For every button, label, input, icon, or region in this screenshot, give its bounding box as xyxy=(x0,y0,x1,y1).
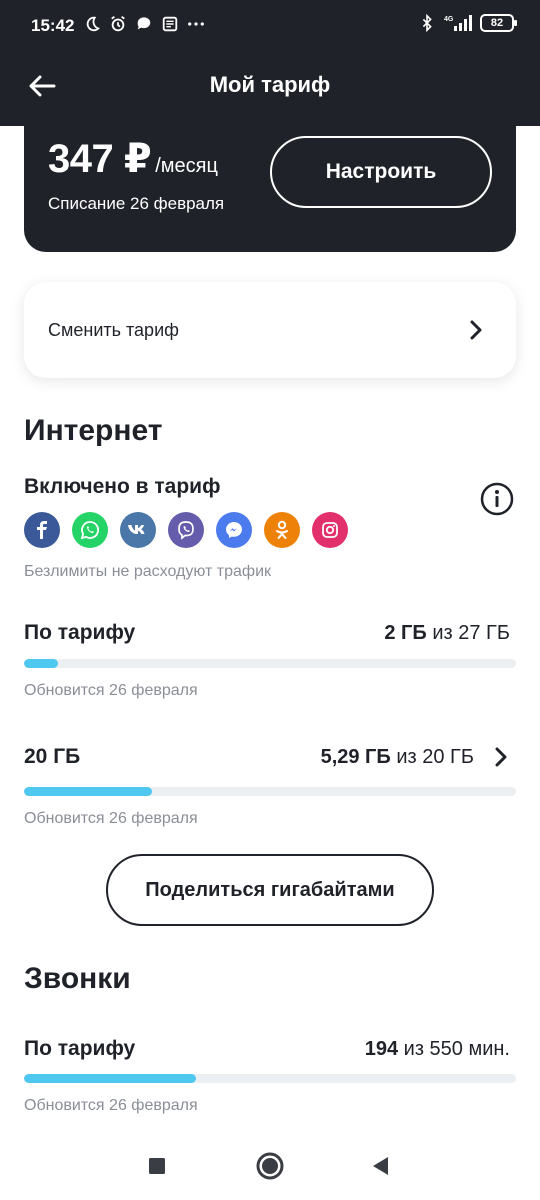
internet-tariff-label: По тарифу xyxy=(24,621,136,644)
price-value: 347 ₽ xyxy=(48,137,152,181)
internet-tariff-used: 2 ГБ xyxy=(384,622,427,644)
calls-tariff-progress-fill xyxy=(24,1074,197,1083)
configure-button[interactable]: Настроить xyxy=(270,136,492,208)
viber-icon xyxy=(168,512,204,548)
internet-extra-total: из 20 ГБ xyxy=(396,746,474,768)
whatsapp-icon xyxy=(72,512,108,548)
recents-button[interactable] xyxy=(139,1148,175,1184)
internet-extra-value[interactable]: 5,29 ГБ из 20 ГБ xyxy=(321,746,474,769)
included-apps xyxy=(24,512,348,548)
status-icons-right: 4G 82 xyxy=(418,14,517,32)
internet-tariff-renew: Обновится 26 февраля xyxy=(24,682,198,699)
calls-tariff-total: из 550 мин. xyxy=(403,1038,510,1060)
battery-icon: 82 xyxy=(480,14,517,32)
info-button[interactable] xyxy=(480,482,514,516)
vk-icon xyxy=(120,512,156,548)
system-nav-bar xyxy=(0,1130,540,1200)
internet-tariff-progress-fill xyxy=(24,659,59,668)
facebook-icon xyxy=(24,512,60,548)
internet-extra-progress-fill xyxy=(24,787,152,796)
price-card: 347 ₽ /месяц Списание 26 февраля Настрои… xyxy=(24,110,516,252)
share-gigabytes-button[interactable]: Поделиться гигабайтами xyxy=(106,854,434,926)
included-title: Включено в тариф xyxy=(24,475,221,498)
chevron-right-icon xyxy=(470,320,482,340)
price-period: /месяц xyxy=(155,155,218,177)
internet-tariff-value: 2 ГБ из 27 ГБ xyxy=(384,622,510,645)
internet-extra-label: 20 ГБ xyxy=(24,745,81,768)
network-type: 4G xyxy=(444,16,454,23)
change-tariff-label: Сменить тариф xyxy=(48,320,179,340)
price-line: 347 ₽ /месяц xyxy=(48,136,218,182)
calls-tariff-value: 194 из 550 мин. xyxy=(365,1038,510,1061)
chevron-right-icon[interactable] xyxy=(492,745,510,769)
circle-icon xyxy=(256,1152,284,1180)
unlimited-note: Безлимиты не расходуют трафик xyxy=(24,563,272,580)
more-dots-icon xyxy=(188,22,204,26)
calls-tariff-renew: Обновится 26 февраля xyxy=(24,1097,198,1114)
news-icon xyxy=(162,16,178,32)
status-bar: 15:42 4G 82 xyxy=(0,0,540,52)
odnoklassniki-icon xyxy=(264,512,300,548)
moon-icon xyxy=(86,16,100,32)
charge-date: Списание 26 февраля xyxy=(48,194,225,213)
calls-section-title: Звонки xyxy=(24,962,131,995)
status-time: 15:42 xyxy=(31,16,75,35)
signal-icon: 4G xyxy=(444,15,472,31)
alarm-icon xyxy=(111,16,125,32)
bluetooth-icon xyxy=(422,14,432,32)
messenger-icon xyxy=(216,512,252,548)
internet-extra-progress xyxy=(24,787,516,796)
internet-extra-renew: Обновится 26 февраля xyxy=(24,810,198,827)
info-icon xyxy=(480,482,514,516)
internet-section-title: Интернет xyxy=(24,414,163,447)
calls-tariff-label: По тарифу xyxy=(24,1037,136,1060)
instagram-icon xyxy=(312,512,348,548)
home-button[interactable] xyxy=(252,1148,288,1184)
internet-extra-used: 5,29 ГБ xyxy=(320,746,391,768)
status-icons-left xyxy=(83,15,205,33)
page-title: Мой тариф xyxy=(209,72,331,97)
chat-icon xyxy=(137,17,151,30)
internet-tariff-total: из 27 ГБ xyxy=(432,622,510,644)
triangle-back-icon xyxy=(373,1157,388,1175)
internet-tariff-progress xyxy=(24,659,516,668)
change-tariff-card[interactable]: Сменить тариф xyxy=(24,282,516,378)
square-icon xyxy=(149,1158,165,1174)
calls-tariff-used: 194 xyxy=(364,1038,399,1060)
calls-tariff-progress xyxy=(24,1074,516,1083)
back-nav-button[interactable] xyxy=(362,1148,398,1184)
